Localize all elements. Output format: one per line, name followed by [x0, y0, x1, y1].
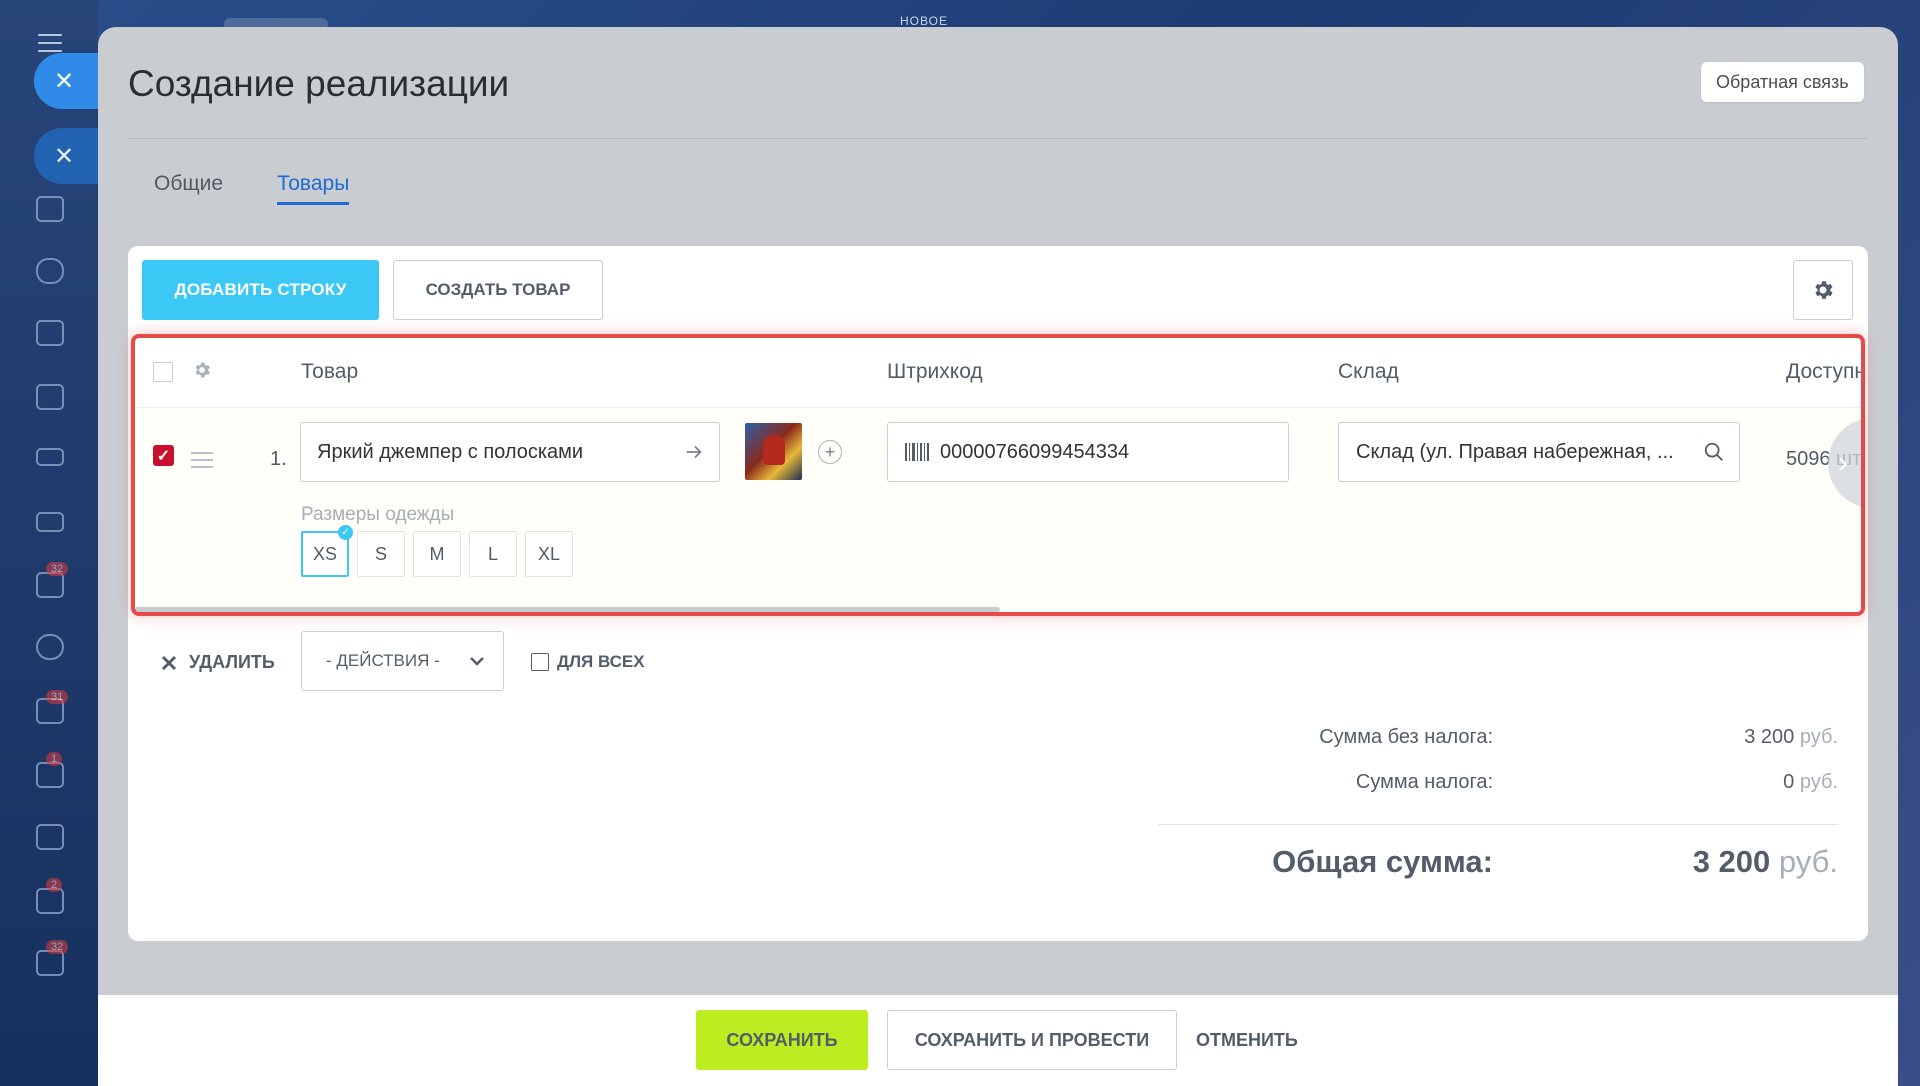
store-value: Склад (ул. Правая набережная, ... — [1356, 440, 1674, 463]
tax-label: Сумма налога: — [1355, 771, 1493, 793]
totals-divider — [1158, 824, 1838, 825]
column-header-product: Товар — [301, 360, 359, 383]
currency-label: руб. — [1799, 726, 1838, 748]
grid-settings-button[interactable] — [1793, 260, 1853, 320]
edit-badge: 1 — [46, 752, 63, 766]
size-selector: XS ✓ S M L XL — [301, 525, 573, 577]
crm-badge: 31 — [46, 690, 69, 704]
arrow-right-icon[interactable] — [683, 441, 705, 463]
barcode-icon — [905, 443, 929, 461]
size-option-s[interactable]: S — [357, 531, 405, 577]
edit-icon[interactable] — [36, 762, 64, 788]
close-slider-button[interactable]: ✕ — [34, 53, 98, 109]
total-value: 3 200 руб. — [1693, 844, 1838, 880]
tab-products[interactable]: Товары — [277, 172, 350, 205]
delete-button[interactable]: УДАЛИТЬ — [161, 652, 275, 673]
close-slider-button-secondary[interactable]: ✕ — [34, 128, 98, 184]
barcode-value: 00000766099454334 — [940, 440, 1130, 463]
row-number: 1. — [270, 448, 287, 470]
horizontal-scrollbar[interactable] — [135, 607, 1000, 612]
slider-modal: Создание реализации Обратная связь Общие… — [98, 27, 1898, 1086]
store-field[interactable]: Склад (ул. Правая набережная, ... — [1338, 422, 1740, 482]
products-card: ДОБАВИТЬ СТРОКУ СОЗДАТЬ ТОВАР Товар Штри… — [128, 246, 1868, 941]
chat-icon[interactable] — [36, 258, 64, 284]
column-header-available: Доступно — [1786, 360, 1865, 383]
product-image[interactable] — [745, 423, 802, 480]
scroll-right-button[interactable]: › — [1828, 418, 1861, 508]
close-icon: ✕ — [54, 67, 75, 95]
for-all-checkbox[interactable] — [531, 653, 549, 671]
tab-general[interactable]: Общие — [154, 172, 223, 205]
inventory-icon[interactable] — [36, 888, 64, 914]
for-all-toggle[interactable]: ДЛЯ ВСЕХ — [531, 652, 645, 672]
barcode-field[interactable]: 00000766099454334 — [887, 422, 1289, 482]
background-top-label: НОВОЕ — [900, 14, 948, 28]
subtotal-amount: 3 200 — [1744, 726, 1795, 748]
title-divider — [128, 138, 1868, 139]
product-field[interactable]: Яркий джемпер с полосками — [300, 422, 720, 482]
gear-icon — [1815, 281, 1833, 299]
contacts-icon[interactable] — [36, 634, 64, 660]
grid-header: Товар Штрихкод Склад Доступно — [135, 338, 1861, 408]
total-amount: 3 200 — [1692, 844, 1771, 879]
save-button[interactable]: СОХРАНИТЬ — [696, 1010, 868, 1070]
currency-label: руб. — [1799, 771, 1838, 793]
size-option-xs[interactable]: XS ✓ — [301, 525, 353, 577]
add-row-button[interactable]: ДОБАВИТЬ СТРОКУ — [142, 260, 379, 320]
product-name: Яркий джемпер с полосками — [317, 440, 584, 463]
feedback-button[interactable]: Обратная связь — [1701, 62, 1864, 102]
size-label: XS — [312, 543, 337, 564]
sizes-label: Размеры одежды — [301, 504, 455, 525]
plus-icon: + — [824, 442, 836, 462]
page-title: Создание реализации — [128, 63, 510, 104]
search-icon[interactable] — [1703, 441, 1725, 463]
size-option-xl[interactable]: XL — [525, 531, 573, 577]
list-badge: 32 — [46, 940, 69, 954]
column-settings-button[interactable] — [192, 360, 212, 385]
mail-icon[interactable] — [36, 512, 64, 532]
check-icon: ✓ — [338, 525, 353, 540]
actions-dropdown-value: - ДЕЙСТВИЯ - — [326, 651, 440, 670]
for-all-label: ДЛЯ ВСЕХ — [557, 652, 645, 671]
tax-amount: 0 — [1783, 771, 1795, 793]
select-all-checkbox[interactable] — [153, 362, 173, 382]
drag-handle-icon[interactable] — [191, 452, 213, 473]
currency-label: руб. — [1778, 844, 1838, 879]
create-product-button[interactable]: СОЗДАТЬ ТОВАР — [393, 260, 603, 320]
close-icon: ✕ — [54, 142, 75, 170]
tabs: Общие Товары — [154, 172, 350, 205]
close-icon — [161, 655, 177, 670]
add-image-button[interactable]: + — [818, 440, 842, 464]
total-label: Общая сумма: — [1272, 844, 1493, 879]
calendar-icon[interactable] — [36, 320, 64, 346]
tax-value: 0 руб. — [1783, 771, 1838, 794]
size-option-l[interactable]: L — [469, 531, 517, 577]
document-icon[interactable] — [36, 196, 64, 222]
row-checkbox[interactable]: ✓ — [153, 445, 174, 466]
subtotal-value: 3 200 руб. — [1744, 726, 1838, 749]
drive-icon[interactable] — [36, 448, 64, 466]
table-row: ✓ 1. Яркий джемпер с полосками + 0000076… — [135, 408, 1861, 608]
tasks-badge: 32 — [46, 562, 69, 576]
footer-bar: СОХРАНИТЬ СОХРАНИТЬ И ПРОВЕСТИ ОТМЕНИТЬ — [98, 995, 1898, 1086]
column-header-store: Склад — [1338, 360, 1399, 383]
subtotal-label: Сумма без налога: — [1319, 726, 1493, 748]
actions-dropdown[interactable]: - ДЕЙСТВИЯ - — [301, 631, 504, 691]
analytics-icon[interactable] — [36, 824, 64, 850]
chevron-right-icon: › — [1838, 446, 1848, 479]
size-option-m[interactable]: M — [413, 531, 461, 577]
save-and-post-button[interactable]: СОХРАНИТЬ И ПРОВЕСТИ — [887, 1010, 1177, 1070]
left-sidebar: ✕ ✕ 32 31 1 2 32 — [0, 0, 98, 1086]
file-icon[interactable] — [36, 384, 64, 410]
chevron-down-icon — [470, 657, 484, 666]
product-grid-highlight: Товар Штрихкод Склад Доступно ✓ 1. Яркий… — [131, 334, 1865, 616]
column-header-barcode: Штрихкод — [887, 360, 983, 383]
cancel-button[interactable]: ОТМЕНИТЬ — [1196, 1010, 1298, 1070]
delete-label: УДАЛИТЬ — [189, 652, 275, 672]
inventory-badge: 2 — [46, 878, 63, 892]
gear-icon — [195, 362, 210, 378]
